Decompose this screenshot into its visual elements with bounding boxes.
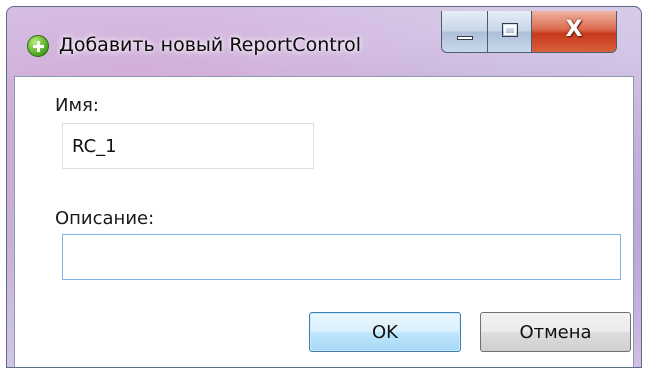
cancel-button[interactable]: Отмена bbox=[480, 312, 631, 352]
maximize-icon bbox=[502, 23, 518, 37]
close-button[interactable]: X bbox=[532, 11, 616, 52]
maximize-button[interactable] bbox=[488, 11, 532, 52]
green-plus-icon bbox=[27, 35, 49, 57]
description-label: Описание: bbox=[55, 208, 155, 229]
description-input[interactable] bbox=[62, 234, 621, 280]
name-input[interactable]: RC_1 bbox=[62, 123, 314, 169]
name-label: Имя: bbox=[55, 95, 99, 116]
minimize-icon bbox=[457, 36, 473, 40]
dialog-content: Имя: RC_1 Описание: OK Отмена bbox=[14, 76, 634, 367]
ok-button[interactable]: OK bbox=[309, 312, 461, 352]
caption-buttons: X bbox=[441, 11, 617, 53]
close-icon: X bbox=[565, 17, 583, 42]
title-bar[interactable]: Добавить новый ReportControl X bbox=[7, 7, 641, 79]
window-title: Добавить новый ReportControl bbox=[59, 34, 361, 56]
minimize-button[interactable] bbox=[442, 11, 488, 52]
dialog-window: Добавить новый ReportControl X Имя: RC_1… bbox=[6, 6, 642, 368]
